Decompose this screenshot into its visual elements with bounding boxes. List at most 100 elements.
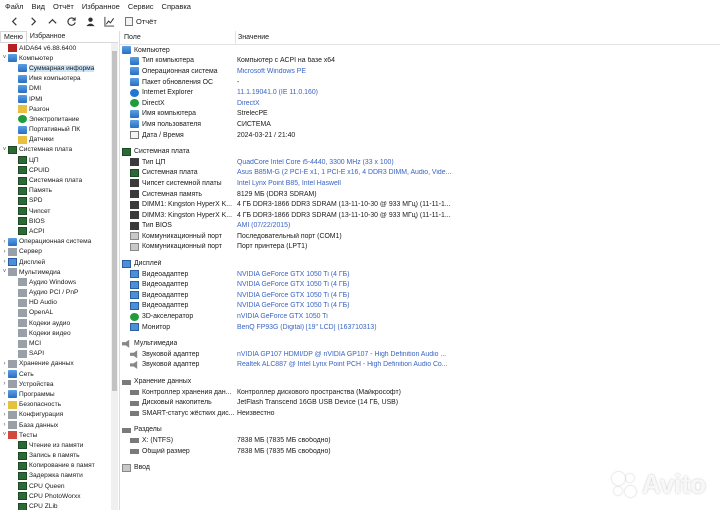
table-row[interactable]: DirectX DirectX	[120, 98, 720, 109]
section-header[interactable]: Системная плата	[120, 146, 720, 157]
section-header[interactable]: Мультимедиа	[120, 338, 720, 349]
field-value[interactable]: Asus B85M-G (2 PCI-E x1, 1 PCI-E x16, 4 …	[237, 169, 720, 176]
tree-item[interactable]: Портативный ПК	[0, 125, 111, 135]
field-value[interactable]: NVIDIA GeForce GTX 1050 Ti (4 ГБ)	[237, 292, 720, 299]
field-value[interactable]: Realtek ALC887 @ Intel Lynx Point PCH - …	[237, 361, 720, 368]
tree-item[interactable]: Чипсет	[0, 206, 111, 216]
tab-favorites[interactable]: Избранное	[27, 31, 68, 42]
tree-item[interactable]: Память	[0, 186, 111, 196]
table-row[interactable]: Тип ЦП QuadCore Intel Core i5-4440, 3300 …	[120, 157, 720, 168]
collapsed-arrow-icon[interactable]: ›	[1, 249, 8, 255]
tree-scrollbar[interactable]	[111, 43, 118, 510]
tree-item[interactable]: ˅ Системная плата	[0, 145, 111, 155]
tree-item[interactable]: › Операционная система	[0, 237, 111, 247]
tree-item[interactable]: › Устройства	[0, 379, 111, 389]
menu-item[interactable]: Вид	[29, 2, 51, 11]
table-row[interactable]: Видеоадаптер NVIDIA GeForce GTX 1050 Ti (…	[120, 290, 720, 301]
tree-item[interactable]: SPD	[0, 196, 111, 206]
tree-item[interactable]: MCI	[0, 338, 111, 348]
up-icon[interactable]	[46, 15, 59, 28]
expanded-arrow-icon[interactable]: ˅	[1, 432, 8, 438]
table-row[interactable]: Имя пользователя СИСТЕМА	[120, 119, 720, 130]
tree-item[interactable]: Чтение из памяти	[0, 440, 111, 450]
table-row[interactable]: Тип компьютера Компьютер с ACPI на базе x…	[120, 56, 720, 67]
tree-item[interactable]: Разгон	[0, 104, 111, 114]
field-value[interactable]: QuadCore Intel Core i5-4440, 3300 MHz (3…	[237, 159, 720, 166]
tree-item[interactable]: SAPI	[0, 349, 111, 359]
collapsed-arrow-icon[interactable]: ›	[1, 239, 8, 245]
column-header-field[interactable]: Поле	[120, 31, 236, 44]
section-header[interactable]: Дисплей	[120, 258, 720, 269]
tree-item[interactable]: › Сеть	[0, 369, 111, 379]
table-row[interactable]: Видеоадаптер NVIDIA GeForce GTX 1050 Ti (…	[120, 269, 720, 280]
field-value[interactable]: NVIDIA GeForce GTX 1050 Ti (4 ГБ)	[237, 302, 720, 309]
menu-item[interactable]: Избранное	[80, 2, 126, 11]
field-value[interactable]: Intel Lynx Point B85, Intel Haswell	[237, 180, 720, 187]
tree-item[interactable]: › Сервер	[0, 247, 111, 257]
field-value[interactable]: nVIDIA GeForce GTX 1050 Ti	[237, 313, 720, 320]
tree-item[interactable]: ˅ Тесты	[0, 430, 111, 440]
tree-item[interactable]: CPU PhotoWorxx	[0, 491, 111, 501]
table-row[interactable]: Чипсет системной платы Intel Lynx Point B…	[120, 178, 720, 189]
tree-item[interactable]: › Конфигурация	[0, 410, 111, 420]
field-value[interactable]: AMI (07/22/2015)	[237, 222, 720, 229]
field-value[interactable]: Microsoft Windows PE	[237, 68, 720, 75]
tree-item[interactable]: › Хранение данных	[0, 359, 111, 369]
table-row[interactable]: Системная память 8129 МБ (DDR3 SDRAM)	[120, 189, 720, 200]
section-header[interactable]: Хранение данных	[120, 376, 720, 387]
tree-item[interactable]: HD Audio	[0, 298, 111, 308]
menu-item[interactable]: Сервис	[126, 2, 160, 11]
scrollbar-thumb[interactable]	[112, 51, 117, 391]
expanded-arrow-icon[interactable]: ˅	[1, 269, 8, 275]
table-row[interactable]: Пакет обновления ОС -	[120, 77, 720, 88]
menu-item[interactable]: Отчёт	[51, 2, 80, 11]
tree-item[interactable]: › Дисплей	[0, 257, 111, 267]
tree-item[interactable]: CPU Queen	[0, 481, 111, 491]
section-header[interactable]: Разделы	[120, 425, 720, 436]
tree-item[interactable]: OpenAL	[0, 308, 111, 318]
table-row[interactable]: Звуковой адаптер Realtek ALC887 @ Intel L…	[120, 360, 720, 371]
tab-menu[interactable]: Меню	[0, 31, 27, 42]
tree-item[interactable]: ЦП	[0, 155, 111, 165]
tree-item[interactable]: Аудио Windows	[0, 277, 111, 287]
tree-item[interactable]: › Программы	[0, 389, 111, 399]
tree-item[interactable]: Имя компьютера	[0, 74, 111, 84]
table-row[interactable]: Операционная система Microsoft Windows PE	[120, 66, 720, 77]
collapsed-arrow-icon[interactable]: ›	[1, 361, 8, 367]
menu-item[interactable]: Файл	[3, 2, 29, 11]
tree-item[interactable]: Копирование в памят	[0, 461, 111, 471]
table-row[interactable]: Имя компьютера StrelecPE	[120, 109, 720, 120]
expanded-arrow-icon[interactable]: ˅	[1, 147, 8, 153]
collapsed-arrow-icon[interactable]: ›	[1, 391, 8, 397]
table-row[interactable]: Коммуникационный порт Последовательный по…	[120, 231, 720, 242]
collapsed-arrow-icon[interactable]: ›	[1, 381, 8, 387]
collapsed-arrow-icon[interactable]: ›	[1, 412, 8, 418]
section-header[interactable]: Компьютер	[120, 45, 720, 56]
tree-item[interactable]: Электропитание	[0, 114, 111, 124]
table-row[interactable]: Видеоадаптер NVIDIA GeForce GTX 1050 Ti (…	[120, 301, 720, 312]
collapsed-arrow-icon[interactable]: ›	[1, 259, 8, 265]
tree-item[interactable]: › База данных	[0, 420, 111, 430]
table-row[interactable]: 3D-акселератор nVIDIA GeForce GTX 1050 Ti	[120, 311, 720, 322]
chart-icon[interactable]	[103, 15, 116, 28]
table-row[interactable]: Тип BIOS AMI (07/22/2015)	[120, 221, 720, 232]
table-row[interactable]: DIMM3: Kingston HyperX K... 4 ГБ DDR3-186…	[120, 210, 720, 221]
tree-item[interactable]: Задержка памяти	[0, 471, 111, 481]
table-row[interactable]: Общий размер 7838 МБ (7835 МБ свободно)	[120, 446, 720, 457]
table-row[interactable]: SMART-статус жёстких дис... Неизвестно	[120, 408, 720, 419]
tree-item[interactable]: Системная плата	[0, 175, 111, 185]
field-value[interactable]: DirectX	[237, 100, 720, 107]
tree-item[interactable]: Кодеки аудио	[0, 318, 111, 328]
table-row[interactable]: X: (NTFS) 7838 МБ (7835 МБ свободно)	[120, 435, 720, 446]
tree-item[interactable]: DMI	[0, 84, 111, 94]
collapsed-arrow-icon[interactable]: ›	[1, 422, 8, 428]
table-row[interactable]: Монитор BenQ FP93G (Digital) [19" LCD] (1…	[120, 322, 720, 333]
tree-item[interactable]: ˅ Компьютер	[0, 53, 111, 63]
table-row[interactable]: Контроллер хранения дан... Контроллер дис…	[120, 387, 720, 398]
table-row[interactable]: Коммуникационный порт Порт принтера (LPT1…	[120, 242, 720, 253]
tree-item[interactable]: Кодеки видео	[0, 328, 111, 338]
table-row[interactable]: Дисковый накопитель JetFlash Transcend 16…	[120, 397, 720, 408]
column-header-value[interactable]: Значение	[236, 34, 269, 41]
field-value[interactable]: 11.1.19041.0 (IE 11.0.160)	[237, 89, 720, 96]
tree-item[interactable]: Запись в память	[0, 451, 111, 461]
